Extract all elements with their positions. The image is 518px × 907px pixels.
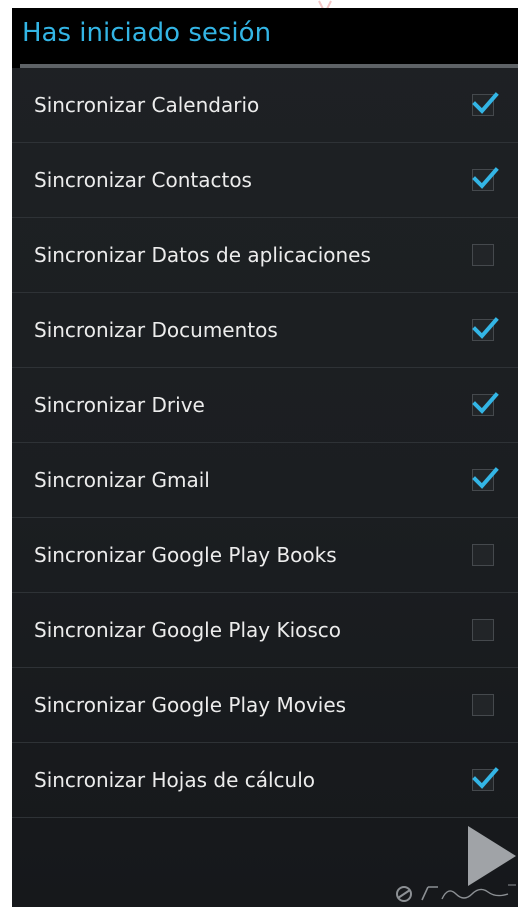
sync-checkbox[interactable] [472, 167, 499, 191]
sync-item-play-books[interactable]: Sincronizar Google Play Books [12, 518, 518, 593]
sync-item-label: Sincronizar Calendario [34, 93, 260, 117]
sync-checkbox[interactable] [472, 467, 499, 491]
sync-checkbox[interactable] [472, 619, 494, 641]
sync-item-calendario[interactable]: Sincronizar Calendario [12, 68, 518, 143]
check-icon [472, 467, 499, 489]
sync-item-label: Sincronizar Drive [34, 393, 205, 417]
sync-item-label: Sincronizar Google Play Books [34, 543, 337, 567]
sync-item-contactos[interactable]: Sincronizar Contactos [12, 143, 518, 218]
sync-item-play-movies[interactable]: Sincronizar Google Play Movies [12, 668, 518, 743]
sync-item-play-kiosco[interactable]: Sincronizar Google Play Kiosco [12, 593, 518, 668]
header-bar: Has iniciado sesión [12, 8, 518, 68]
sync-item-label: Sincronizar Datos de aplicaciones [34, 243, 371, 267]
sync-checkbox[interactable] [472, 244, 494, 266]
page-title: Has iniciado sesión [22, 18, 272, 48]
jetscreenshot-logo [396, 884, 516, 902]
sync-item-datos-aplicaciones[interactable]: Sincronizar Datos de aplicaciones [12, 218, 518, 293]
check-icon [472, 767, 499, 789]
sync-item-label: Sincronizar Documentos [34, 318, 278, 342]
sync-item-documentos[interactable]: Sincronizar Documentos [12, 293, 518, 368]
sync-item-label: Sincronizar Gmail [34, 468, 210, 492]
check-icon [472, 167, 499, 189]
sync-checkbox[interactable] [472, 92, 499, 116]
account-sync-screen: Has iniciado sesión Sincronizar Calendar… [12, 8, 518, 907]
check-icon [472, 92, 499, 114]
play-arrow-icon[interactable] [454, 820, 518, 890]
sync-item-hojas-calculo[interactable]: Sincronizar Hojas de cálculo [12, 743, 518, 818]
check-icon [472, 392, 499, 414]
sync-checkbox[interactable] [472, 317, 499, 341]
sync-item-label: Sincronizar Contactos [34, 168, 252, 192]
sync-list: Sincronizar Calendario Sincronizar Conta… [12, 68, 518, 818]
sync-checkbox[interactable] [472, 694, 494, 716]
sync-checkbox[interactable] [472, 392, 499, 416]
check-icon [472, 317, 499, 339]
sync-item-label: Sincronizar Google Play Kiosco [34, 618, 342, 642]
sync-checkbox[interactable] [472, 767, 499, 791]
sync-checkbox[interactable] [472, 544, 494, 566]
sync-item-label: Sincronizar Hojas de cálculo [34, 768, 316, 792]
sync-item-label: Sincronizar Google Play Movies [34, 693, 347, 717]
sync-item-gmail[interactable]: Sincronizar Gmail [12, 443, 518, 518]
sync-item-drive[interactable]: Sincronizar Drive [12, 368, 518, 443]
